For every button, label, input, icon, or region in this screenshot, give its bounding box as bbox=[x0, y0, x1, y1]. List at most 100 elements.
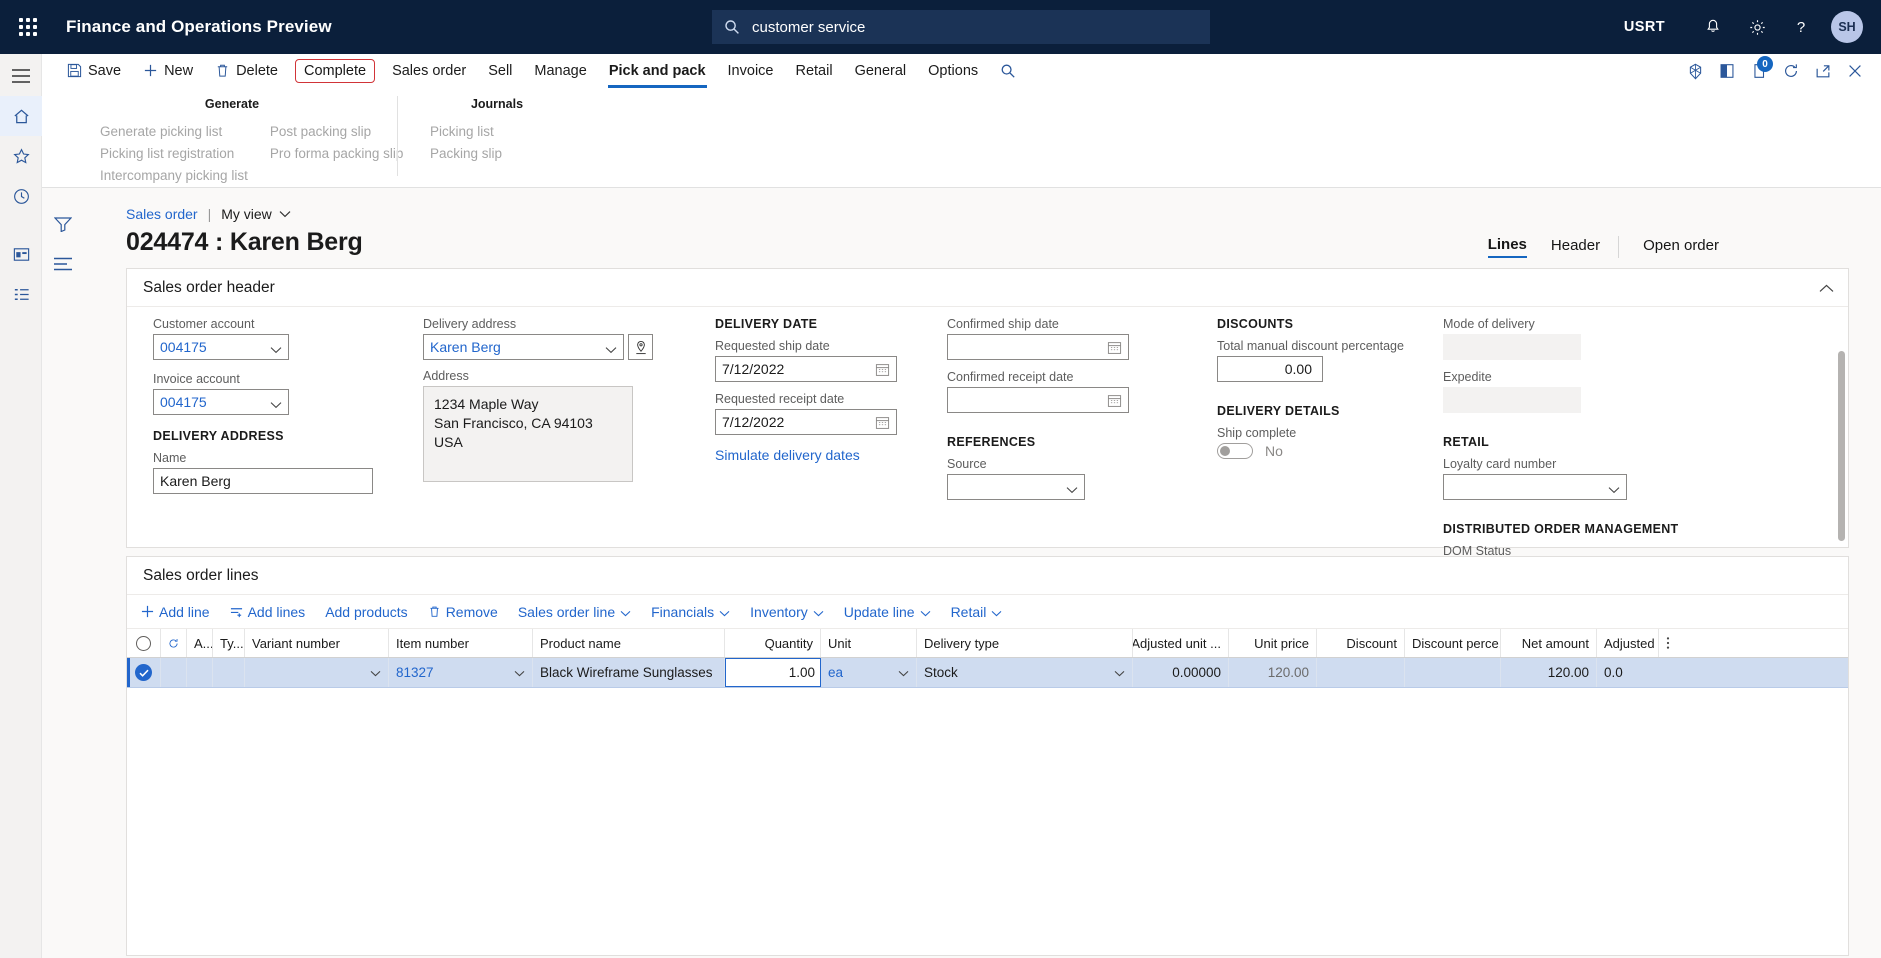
expedite-field[interactable] bbox=[1443, 387, 1581, 413]
add-line-button[interactable]: Add line bbox=[141, 604, 210, 620]
adjusted-unit-header[interactable]: Adjusted unit ... bbox=[1133, 629, 1229, 657]
chevron-down-icon[interactable] bbox=[1608, 481, 1620, 497]
product-name-header[interactable]: Product name bbox=[533, 629, 725, 657]
name-field[interactable]: Karen Berg bbox=[153, 468, 373, 494]
update-line-menu[interactable]: Update line bbox=[844, 604, 931, 620]
adjusted-net-header[interactable]: Adjusted n... bbox=[1597, 629, 1659, 657]
confirmed-ship-date-field[interactable] bbox=[947, 334, 1129, 360]
row-unit-price-cell[interactable]: 120.00 bbox=[1229, 658, 1317, 687]
financials-menu[interactable]: Financials bbox=[651, 604, 730, 620]
chevron-down-icon[interactable] bbox=[270, 396, 282, 412]
sales-order-line-menu[interactable]: Sales order line bbox=[518, 604, 631, 620]
variant-number-header[interactable]: Variant number bbox=[245, 629, 389, 657]
refresh-icon[interactable] bbox=[1775, 54, 1807, 88]
row-discount-percentage-cell[interactable] bbox=[1405, 658, 1501, 687]
open-order-status[interactable]: Open order bbox=[1643, 237, 1719, 257]
inventory-menu[interactable]: Inventory bbox=[750, 604, 824, 620]
tab-pick-and-pack[interactable]: Pick and pack bbox=[598, 54, 717, 88]
tab-lines[interactable]: Lines bbox=[1487, 236, 1527, 258]
fasttab-title-bar[interactable]: Sales order header bbox=[127, 269, 1848, 307]
avatar[interactable]: SH bbox=[1831, 11, 1863, 43]
chevron-down-icon[interactable] bbox=[1066, 481, 1078, 497]
delivery-type-header[interactable]: Delivery type bbox=[917, 629, 1133, 657]
tab-sell[interactable]: Sell bbox=[477, 54, 523, 88]
row-unit-cell[interactable]: ea bbox=[821, 658, 917, 687]
row-item-number-cell[interactable]: 81327 bbox=[389, 658, 533, 687]
search-input[interactable] bbox=[750, 17, 1198, 37]
lines-fasttab-title-bar[interactable]: Sales order lines bbox=[127, 557, 1848, 595]
quantity-header[interactable]: Quantity bbox=[725, 629, 821, 657]
row-discount-cell[interactable] bbox=[1317, 658, 1405, 687]
table-row[interactable]: 81327 Black Wireframe Sunglasses 1.00 ea… bbox=[127, 658, 1848, 688]
company-selector[interactable]: USRT bbox=[1624, 19, 1665, 35]
tab-header[interactable]: Header bbox=[1551, 237, 1600, 257]
ship-complete-toggle[interactable] bbox=[1217, 443, 1253, 459]
attachments-column-header[interactable]: A... bbox=[187, 629, 213, 657]
hamburger-menu-icon[interactable] bbox=[0, 56, 42, 96]
view-selector[interactable]: My view bbox=[221, 206, 291, 222]
type-column-header[interactable]: Ty... bbox=[213, 629, 245, 657]
chevron-down-icon[interactable] bbox=[605, 341, 617, 357]
close-icon[interactable] bbox=[1839, 54, 1871, 88]
tab-general[interactable]: General bbox=[844, 54, 918, 88]
delete-button[interactable]: Delete bbox=[204, 54, 289, 88]
simulate-delivery-dates-link[interactable]: Simulate delivery dates bbox=[715, 447, 945, 463]
menu-item-intercompany-picking-list[interactable]: Intercompany picking list bbox=[100, 165, 270, 187]
header-vertical-scrollbar[interactable] bbox=[1838, 351, 1845, 575]
global-search[interactable] bbox=[712, 10, 1210, 44]
row-adjusted-unit-cell[interactable]: 0.00000 bbox=[1133, 658, 1229, 687]
tab-options[interactable]: Options bbox=[917, 54, 989, 88]
new-button[interactable]: New bbox=[132, 54, 204, 88]
add-lines-button[interactable]: Add lines bbox=[230, 604, 305, 620]
map-pin-icon[interactable] bbox=[628, 334, 653, 360]
menu-item-pro-forma-packing-slip[interactable]: Pro forma packing slip bbox=[270, 143, 426, 165]
menu-item-generate-picking-list[interactable]: Generate picking list bbox=[100, 121, 270, 143]
select-all-header[interactable] bbox=[127, 629, 161, 657]
row-attachments-cell[interactable] bbox=[187, 658, 213, 687]
tab-invoice[interactable]: Invoice bbox=[717, 54, 785, 88]
refresh-column-header[interactable] bbox=[161, 629, 187, 657]
chevron-down-icon[interactable] bbox=[1114, 665, 1125, 680]
app-launcher-icon[interactable] bbox=[0, 0, 56, 54]
invoice-account-field[interactable]: 004175 bbox=[153, 389, 289, 415]
tab-retail[interactable]: Retail bbox=[784, 54, 843, 88]
breadcrumb-sales-order-link[interactable]: Sales order bbox=[126, 206, 198, 222]
remove-button[interactable]: Remove bbox=[428, 604, 498, 620]
ribbon-search-icon[interactable] bbox=[989, 54, 1027, 88]
sidebar-item-home[interactable] bbox=[0, 96, 42, 136]
calendar-icon[interactable] bbox=[875, 415, 890, 433]
settings-gear-icon[interactable] bbox=[1735, 0, 1779, 54]
retail-menu[interactable]: Retail bbox=[951, 604, 1003, 620]
filter-icon[interactable] bbox=[42, 204, 84, 244]
save-button[interactable]: Save bbox=[56, 54, 132, 88]
menu-item-post-packing-slip[interactable]: Post packing slip bbox=[270, 121, 426, 143]
net-amount-header[interactable]: Net amount bbox=[1501, 629, 1597, 657]
menu-item-picking-list[interactable]: Picking list bbox=[430, 121, 524, 143]
attachments-icon[interactable] bbox=[1679, 54, 1711, 88]
row-net-amount-cell[interactable]: 120.00 bbox=[1501, 658, 1597, 687]
unit-header[interactable]: Unit bbox=[821, 629, 917, 657]
row-adjusted-net-cell[interactable]: 0.0 bbox=[1597, 658, 1659, 687]
delivery-address-field[interactable]: Karen Berg bbox=[423, 334, 625, 360]
menu-item-picking-list-registration[interactable]: Picking list registration bbox=[100, 143, 270, 165]
chevron-down-icon[interactable] bbox=[898, 665, 909, 680]
row-type-cell[interactable] bbox=[213, 658, 245, 687]
mode-of-delivery-field[interactable] bbox=[1443, 334, 1581, 360]
open-in-new-window-icon[interactable] bbox=[1807, 54, 1839, 88]
loyalty-card-number-field[interactable] bbox=[1443, 474, 1627, 500]
row-product-name-cell[interactable]: Black Wireframe Sunglasses bbox=[533, 658, 725, 687]
notes-icon[interactable]: 0 bbox=[1743, 54, 1775, 88]
related-information-icon[interactable] bbox=[1711, 54, 1743, 88]
confirmed-receipt-date-field[interactable] bbox=[947, 387, 1129, 413]
recent-clock-icon[interactable] bbox=[0, 176, 42, 216]
column-options-icon[interactable] bbox=[1659, 629, 1677, 657]
calendar-icon[interactable] bbox=[1107, 340, 1122, 358]
chevron-down-icon[interactable] bbox=[270, 341, 282, 357]
modules-list-icon[interactable] bbox=[0, 274, 42, 314]
add-products-button[interactable]: Add products bbox=[325, 604, 408, 620]
favorites-star-icon[interactable] bbox=[0, 136, 42, 176]
menu-item-packing-slip[interactable]: Packing slip bbox=[430, 143, 524, 165]
tab-sales-order[interactable]: Sales order bbox=[381, 54, 477, 88]
notifications-bell-icon[interactable] bbox=[1691, 0, 1735, 54]
chevron-up-icon[interactable] bbox=[1819, 280, 1834, 298]
